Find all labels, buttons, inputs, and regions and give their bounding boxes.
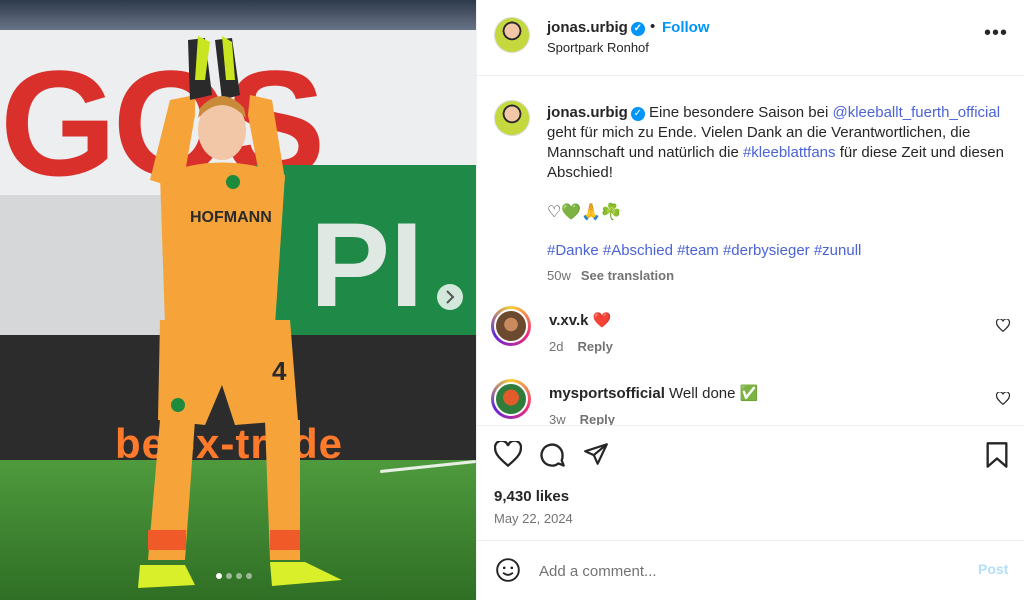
commenter-username[interactable]: mysportsofficial [549, 385, 665, 402]
carousel-dot [216, 573, 222, 579]
like-comment-heart-icon[interactable] [996, 319, 1010, 332]
author-username[interactable]: jonas.urbig ✓ [547, 19, 645, 36]
carousel-indicator [216, 573, 252, 579]
post-actions: 9,430 likes May 22, 2024 [477, 425, 1024, 541]
carousel-dot [236, 573, 242, 579]
jersey-sponsor-text: HOFMANN [190, 209, 272, 226]
likes-count[interactable]: 9,430 likes [494, 488, 569, 505]
post-header: jonas.urbig ✓ • Follow Sportpark Ronhof •… [477, 0, 1024, 76]
like-heart-icon[interactable] [494, 441, 522, 467]
caption-username[interactable]: jonas.urbig [547, 104, 628, 121]
verified-badge-icon: ✓ [630, 107, 645, 121]
save-bookmark-icon[interactable] [985, 441, 1009, 469]
post-photo[interactable]: GOS PI bet-x-trade HOFMANN 4 [0, 0, 476, 600]
commenter-avatar[interactable] [491, 306, 531, 346]
hashtag-link[interactable]: #kleeblattfans [743, 144, 836, 161]
follow-button[interactable]: Follow [662, 19, 710, 36]
mention-link[interactable]: @kleeballt_fuerth_official [832, 104, 1000, 121]
comment-bubble-icon[interactable] [538, 441, 566, 469]
post-caption: jonas.urbig ✓ Eine besondere Saison bei @… [547, 103, 1007, 183]
comment-body: ❤️ [592, 312, 612, 329]
author-avatar[interactable] [494, 17, 530, 53]
commenter-avatar[interactable] [491, 379, 531, 419]
caption-emojis: ♡💚🙏☘️ [547, 204, 622, 221]
more-options-button[interactable]: ••• [984, 22, 1008, 45]
reply-button[interactable]: Reply [580, 412, 615, 425]
post-comment-button[interactable]: Post [978, 561, 1008, 577]
comment-meta: 2d Reply [549, 339, 613, 354]
author-username-text[interactable]: jonas.urbig [547, 19, 628, 36]
verified-badge-icon: ✓ [630, 22, 645, 36]
comment-item: v.xv.k ❤️ 2d Reply [477, 306, 1024, 366]
chevron-right-icon [446, 290, 455, 304]
comment-text: mysportsofficial Well done ✅ [549, 384, 758, 402]
post-location[interactable]: Sportpark Ronhof [547, 40, 649, 55]
post-side-panel: jonas.urbig ✓ • Follow Sportpark Ronhof •… [476, 0, 1024, 600]
caption-meta: 50w See translation [547, 268, 674, 283]
carousel-dot [226, 573, 232, 579]
goalkeeper-figure: HOFMANN 4 [138, 36, 342, 588]
see-translation-link[interactable]: See translation [581, 268, 674, 283]
commenter-username[interactable]: v.xv.k [549, 312, 588, 329]
caption-text-1: Eine besondere Saison bei [649, 104, 833, 121]
comment-input[interactable] [537, 558, 961, 584]
comment-item: mysportsofficial Well done ✅ 3w Reply [477, 379, 1024, 425]
share-send-icon[interactable] [583, 441, 609, 467]
next-slide-button[interactable] [437, 284, 463, 310]
comment-meta: 3w Reply [549, 412, 615, 425]
post-date: May 22, 2024 [494, 511, 573, 526]
add-comment-bar: Post [477, 540, 1024, 601]
like-comment-heart-icon[interactable] [996, 392, 1010, 405]
comments-scroll-area[interactable]: jonas.urbig ✓ Eine besondere Saison bei @… [477, 76, 1024, 425]
separator-dot: • [650, 18, 656, 35]
carousel-dot [246, 573, 252, 579]
shorts-number-text: 4 [272, 356, 287, 386]
comment-text: v.xv.k ❤️ [549, 311, 611, 329]
comment-age: 2d [549, 339, 564, 354]
reply-button[interactable]: Reply [577, 339, 612, 354]
comment-age: 3w [549, 412, 566, 425]
emoji-smiley-icon[interactable] [495, 557, 521, 583]
caption-hashtags[interactable]: #Danke #Abschied #team #derbysieger #zun… [547, 242, 861, 259]
comment-body: Well done ✅ [669, 385, 759, 402]
post-age: 50w [547, 268, 571, 283]
caption-author-avatar[interactable] [494, 100, 530, 136]
